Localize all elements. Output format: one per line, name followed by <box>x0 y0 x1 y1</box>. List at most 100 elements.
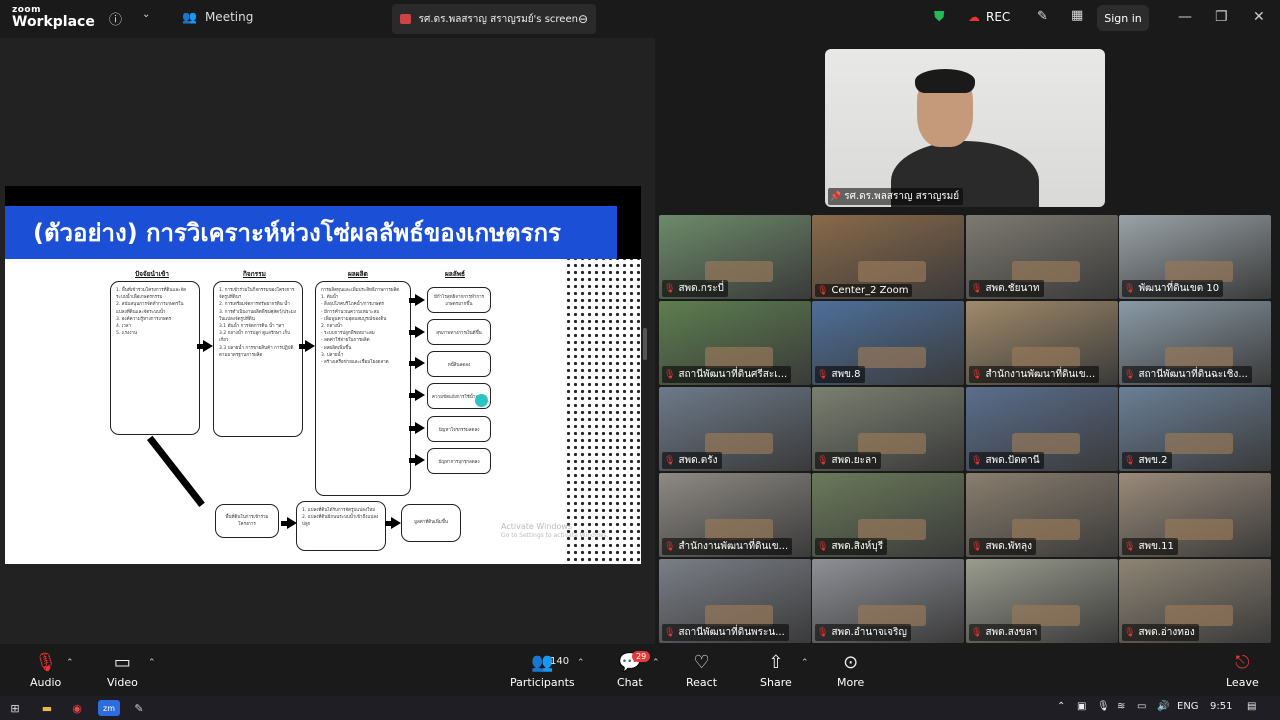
mic-muted-icon: 🎙 <box>664 627 676 638</box>
audio-options-caret[interactable]: ⌃ <box>66 658 74 668</box>
mic-tray-icon[interactable]: 🎙 <box>1097 701 1110 712</box>
mic-muted-icon: 🎙 <box>664 283 676 294</box>
participant-tile[interactable]: 🎙 สถานีพัฒนาที่ดินฉะเชิง... <box>1119 301 1271 385</box>
clock[interactable]: 9:51 <box>1210 701 1232 712</box>
result-box-2: สุขภาพทางการเงินดีขึ้น <box>427 319 491 345</box>
language-indicator[interactable]: ENG <box>1177 701 1199 712</box>
zoom-app-icon[interactable]: zm <box>98 700 120 716</box>
chevron-down-icon[interactable]: ⌄ <box>142 9 150 20</box>
video-options-caret[interactable]: ⌃ <box>148 658 156 668</box>
chat-options-caret[interactable]: ⌃ <box>652 658 660 668</box>
participant-tile[interactable]: 🎙 สพด.ยะลา <box>812 387 964 471</box>
chat-label: Chat <box>617 676 643 689</box>
room-table <box>1164 433 1233 455</box>
audio-label: Audio <box>30 676 62 689</box>
participant-tile[interactable]: 🎙 สพข.2 <box>1119 387 1271 471</box>
participant-tile[interactable]: 🎙 สพด.กระบี่ <box>659 215 811 299</box>
participant-name-tag: 🎙 สพข.11 <box>1122 538 1178 555</box>
participant-tile[interactable]: 🎙 Center_2 Zoom <box>812 215 964 299</box>
share-button[interactable]: ⇧ Share <box>760 652 792 689</box>
tray-chevron-icon[interactable]: ⌃ <box>1057 701 1065 712</box>
share-tab[interactable]: รศ.ดร.พลสราญ สราญรมย์'s screen ⊖ <box>392 4 596 34</box>
participant-tile[interactable]: 🎙 สพด.อำนาจเจริญ <box>812 559 964 643</box>
more-options-icon[interactable]: ⊖ <box>578 12 588 26</box>
participant-tile[interactable]: 🎙 สพด.สงขลา <box>966 559 1118 643</box>
participant-tile[interactable]: 🎙 สำนักงานพัฒนาที่ดินเข... <box>966 301 1118 385</box>
info-icon[interactable]: ⓘ <box>109 9 122 28</box>
share-options-caret[interactable]: ⌃ <box>801 658 809 668</box>
meeting-menu[interactable]: 👥 Meeting <box>182 10 253 24</box>
shield-icon[interactable]: ⛊ <box>934 9 945 25</box>
participant-name: Center_2 Zoom <box>831 285 909 296</box>
participant-tile[interactable]: 🎙 สพข.8 <box>812 301 964 385</box>
participant-name: สำนักงานพัฒนาที่ดินเข... <box>985 369 1096 380</box>
more-button[interactable]: ⊙ More <box>837 652 864 689</box>
participant-name-tag: 🎙 สถานีพัฒนาที่ดินฉะเชิง... <box>1122 366 1252 383</box>
participant-name-tag: 🎙 สำนักงานพัฒนาที่ดินเข... <box>969 366 1100 383</box>
windows-taskbar: ⊞ ▬ ◉ zm ✎ ⌃ ▣ 🎙 ≋ ▭ 🔊 ENG 9:51 ▤ <box>0 696 1280 720</box>
more-label: More <box>837 676 865 689</box>
participant-tile[interactable]: 🎙 สพด.สิงห์บุรี <box>812 473 964 557</box>
participant-tile[interactable]: 🎙 สพข.11 <box>1119 473 1271 557</box>
layout-icon[interactable]: ▦ <box>1071 8 1083 23</box>
participant-name: สพด.ยะลา <box>831 455 877 466</box>
result-box-5: ปัญหาโจรกรรมลดลง <box>427 416 491 442</box>
react-button[interactable]: ♡ React <box>686 652 717 689</box>
result-box-1: มีกำไรสุทธิจากการทำการเกษตรมากขึ้น <box>427 287 491 313</box>
pointer-dot <box>475 394 488 407</box>
participant-tile[interactable]: 🎙 สพด.อ่างทอง <box>1119 559 1271 643</box>
chat-badge: 29 <box>632 651 651 662</box>
slide-top-strip <box>5 186 641 206</box>
speaker-hair <box>915 69 975 93</box>
participant-tile[interactable]: 🎙 พัฒนาที่ดินเขต 10 <box>1119 215 1271 299</box>
mic-muted-icon: 🎙 <box>971 627 983 638</box>
arrow-r1 <box>409 294 425 306</box>
participant-name-tag: 🎙 สพด.ตรัง <box>662 452 722 469</box>
pen-app-icon[interactable]: ✎ <box>130 700 148 716</box>
camera-tray-icon[interactable]: ▣ <box>1077 701 1086 712</box>
participant-name: สถานีพัฒนาที่ดินฉะเชิง... <box>1138 369 1248 380</box>
video-button[interactable]: ▭ Video <box>107 652 138 689</box>
mic-muted-icon: 🎙 <box>817 369 829 380</box>
panel-resize-handle[interactable] <box>643 328 647 360</box>
chrome-icon[interactable]: ◉ <box>68 700 86 716</box>
mic-muted-icon: 🎙 <box>1124 627 1136 638</box>
mic-muted-icon: 🎙 <box>664 541 676 552</box>
restore-icon[interactable]: ❐ <box>1215 9 1228 25</box>
participant-name: สพด.อำนาจเจริญ <box>831 627 907 638</box>
file-explorer-icon[interactable]: ▬ <box>38 700 56 716</box>
volume-icon[interactable]: 🔊 <box>1157 701 1169 712</box>
battery-icon[interactable]: ▭ <box>1137 701 1146 712</box>
share-title: รศ.ดร.พลสราญ สราญรมย์'s screen <box>418 13 578 25</box>
wifi-icon[interactable]: ≋ <box>1117 701 1125 712</box>
participant-name-tag: 🎙 สพด.ยะลา <box>815 452 881 469</box>
speaker-video[interactable]: 📌 รศ.ดร.พลสราญ สราญรมย์ <box>825 49 1105 207</box>
participant-name: สพด.สงขลา <box>985 627 1038 638</box>
arrow-r4 <box>409 389 425 401</box>
participant-name-tag: 🎙 สพข.8 <box>815 366 865 383</box>
participant-name: สพด.สิงห์บุรี <box>831 541 884 552</box>
close-icon[interactable]: ✕ <box>1253 9 1265 25</box>
notifications-icon[interactable]: ▤ <box>1247 701 1256 712</box>
minimize-icon[interactable]: — <box>1178 9 1192 25</box>
leave-button[interactable]: ⎋ Leave <box>1226 652 1259 689</box>
participant-tile[interactable]: 🎙 สพด.พัทลุง <box>966 473 1118 557</box>
sign-in-button[interactable]: Sign in <box>1097 5 1149 31</box>
start-icon[interactable]: ⊞ <box>6 700 24 716</box>
audio-button[interactable]: 🎙 Audio <box>30 652 61 689</box>
share-label: Share <box>760 676 792 689</box>
annotate-icon[interactable]: ✎ <box>1037 9 1048 24</box>
participant-tile[interactable]: 🎙 สำนักงานพัฒนาที่ดินเข... <box>659 473 811 557</box>
participant-tile[interactable]: 🎙 สพด.ชัยนาท <box>966 215 1118 299</box>
outputs-box: การผลิตทุนและเพิ่มประสิทธิภาพการผลิต 1. … <box>315 281 411 496</box>
result-box-6: ปัญหาการบุกรุกลดลง <box>427 448 491 474</box>
participant-tile[interactable]: 🎙 สถานีพัฒนาที่ดินศรีสะเ... <box>659 301 811 385</box>
arrow-2 <box>299 340 315 352</box>
participant-tile[interactable]: 🎙 สพด.ตรัง <box>659 387 811 471</box>
participant-tile[interactable]: 🎙 สพด.ปัตตานี <box>966 387 1118 471</box>
rec-indicator[interactable]: ☁ REC <box>968 10 1010 24</box>
participant-tile[interactable]: 🎙 สถานีพัฒนาที่ดินพระน... <box>659 559 811 643</box>
participants-options-caret[interactable]: ⌃ <box>577 658 585 668</box>
participant-name-tag: 🎙 สพด.พัทลุง <box>969 538 1036 555</box>
participant-name: สพข.2 <box>1138 455 1168 466</box>
